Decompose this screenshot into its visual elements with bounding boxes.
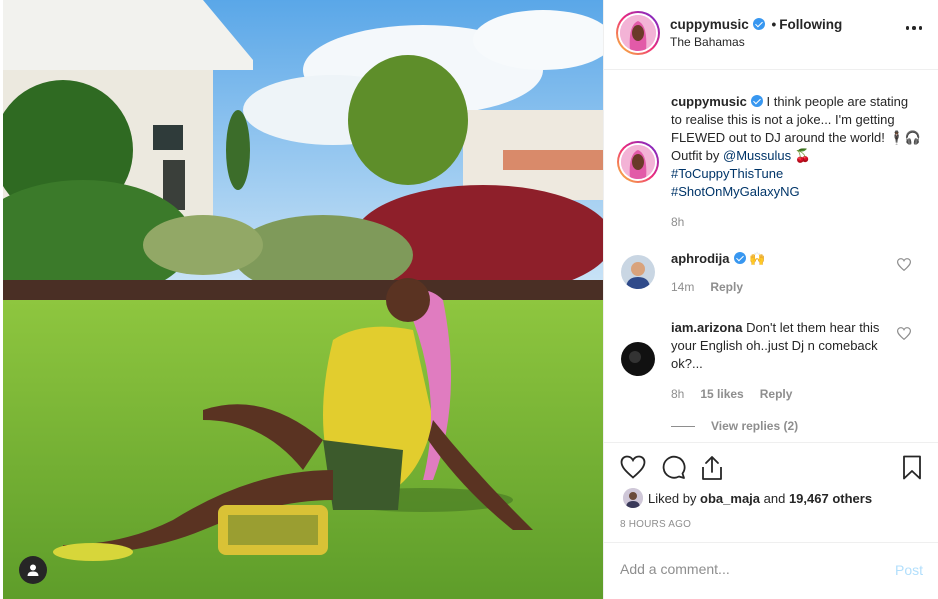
avatar-image (621, 342, 655, 376)
photo-illustration (3, 0, 603, 599)
post-comment-button[interactable]: Post (895, 562, 923, 578)
post-sidebar: cuppymusic • Following The Bahamas cuppy… (603, 0, 938, 599)
add-comment-bar: Post (604, 542, 938, 599)
comment-meta: 8h 15 likes Reply (671, 387, 792, 401)
caption-avatar[interactable] (617, 141, 659, 183)
author-username[interactable]: cuppymusic (670, 17, 749, 32)
comment-username[interactable]: aphrodija (671, 251, 730, 266)
verified-badge-icon (733, 252, 746, 264)
comment-avatar[interactable] (621, 255, 655, 289)
separator-dot: • (771, 17, 777, 32)
avatar-image (623, 488, 643, 508)
liked-by-avatar[interactable] (623, 488, 643, 508)
verified-badge-icon (752, 18, 765, 30)
user-tag-icon[interactable] (19, 556, 47, 584)
liked-by-prefix: Liked by (648, 491, 701, 506)
caption-text-2: 🍒 (791, 148, 811, 163)
author-line: cuppymusic • Following (670, 17, 842, 32)
instagram-post-modal: cuppymusic • Following The Bahamas cuppy… (0, 0, 938, 599)
reply-button[interactable]: Reply (760, 387, 793, 401)
comment-icon[interactable] (661, 455, 686, 480)
avatar-image (621, 145, 655, 179)
liked-by-middle: and (760, 491, 789, 506)
mention-link[interactable]: @Mussulus (723, 148, 791, 163)
hashtag-link[interactable]: #ShotOnMyGalaxyNG (671, 184, 800, 199)
author-avatar[interactable] (616, 11, 660, 55)
caption-username[interactable]: cuppymusic (671, 94, 747, 109)
bookmark-icon[interactable] (902, 455, 922, 480)
comment-body: aphrodija 🙌 (671, 250, 891, 268)
comment-avatar[interactable] (621, 342, 655, 376)
comment-likes[interactable]: 15 likes (700, 387, 743, 401)
caption-time: 8h (671, 215, 685, 229)
comment-time: 8h (671, 387, 685, 401)
comments-section[interactable]: cuppymusic I think people are stating to… (604, 70, 938, 442)
verified-badge-icon (750, 95, 763, 107)
post-caption: cuppymusic I think people are stating to… (671, 93, 921, 201)
post-photo[interactable] (3, 0, 603, 599)
avatar-image (621, 255, 655, 289)
comment-like-icon[interactable] (897, 258, 911, 271)
post-time-ago[interactable]: 8 HOURS AGO (620, 519, 691, 530)
likes-summary: Liked by oba_maja and 19,467 others (648, 491, 872, 506)
comment-text: 🙌 (749, 251, 766, 266)
post-header: cuppymusic • Following The Bahamas (604, 0, 938, 70)
share-icon[interactable] (700, 455, 724, 481)
liked-by-user[interactable]: oba_maja (700, 491, 760, 506)
comment-time: 14m (671, 280, 695, 294)
view-replies-button[interactable]: View replies (2) (671, 419, 798, 433)
post-location[interactable]: The Bahamas (670, 35, 745, 49)
comment-body: iam.arizona Don't let them hear this you… (671, 319, 891, 373)
follow-status-button[interactable]: Following (779, 17, 842, 32)
person-icon (27, 564, 39, 576)
hashtag-link[interactable]: #ToCuppyThisTune (671, 166, 783, 181)
comment-like-icon[interactable] (897, 327, 911, 340)
comment-meta: 14m Reply (671, 280, 743, 294)
comment-input[interactable] (620, 561, 880, 577)
avatar-image (620, 15, 656, 51)
divider-line (671, 425, 695, 427)
comment-username[interactable]: iam.arizona (671, 320, 743, 335)
reply-button[interactable]: Reply (710, 280, 743, 294)
likes-count[interactable]: 19,467 others (789, 491, 872, 506)
view-replies-label: View replies (2) (711, 419, 799, 433)
more-options-icon[interactable] (905, 26, 922, 30)
post-actions: Liked by oba_maja and 19,467 others 8 HO… (604, 442, 938, 542)
heart-icon[interactable] (620, 455, 646, 479)
